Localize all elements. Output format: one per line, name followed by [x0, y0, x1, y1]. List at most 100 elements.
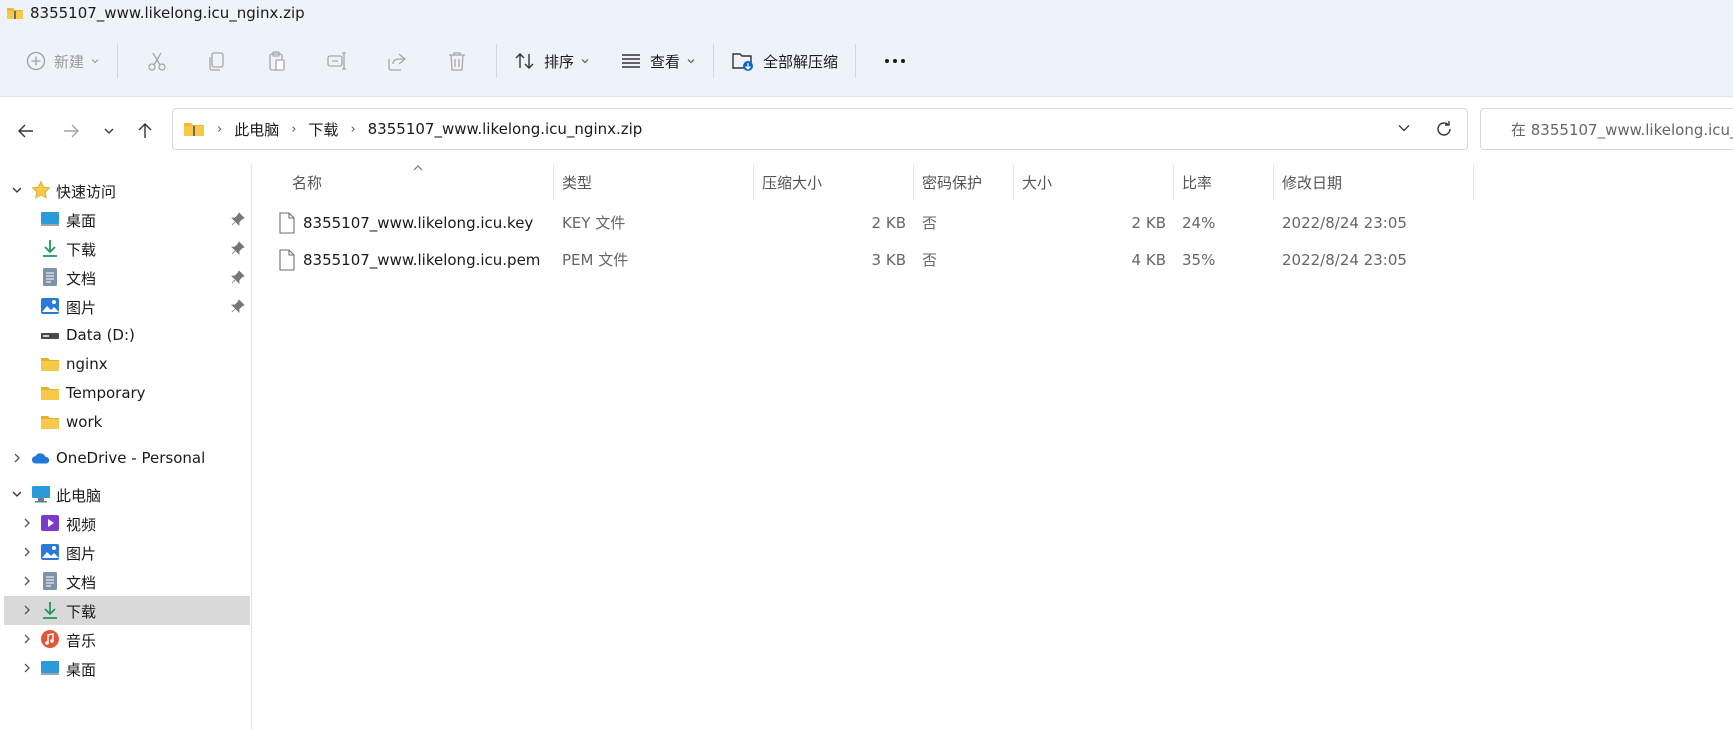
column-header-modified[interactable]: 修改日期 — [1274, 164, 1474, 200]
sidebar-item-onedrive[interactable]: OneDrive - Personal — [4, 444, 250, 473]
sidebar-item-work[interactable]: work — [4, 408, 250, 437]
column-header-label: 修改日期 — [1282, 173, 1343, 192]
file-modified: 2022/8/24 23:05 — [1282, 250, 1407, 269]
sort-icon — [515, 53, 534, 69]
file-name: 8355107_www.likelong.icu.key — [303, 213, 534, 232]
chevron-right-icon[interactable] — [20, 516, 34, 530]
rename-button[interactable] — [307, 41, 367, 81]
cut-button[interactable] — [127, 41, 187, 81]
sidebar-item-nginx[interactable]: nginx — [4, 350, 250, 379]
music-icon — [40, 629, 60, 649]
view-button[interactable]: 查看 — [612, 41, 704, 81]
chevron-down-icon[interactable] — [10, 487, 24, 501]
sidebar-item-temporary[interactable]: Temporary — [4, 379, 250, 408]
plus-circle-icon — [26, 51, 46, 71]
sidebar-label: 图片 — [66, 299, 97, 317]
sidebar-item-this-pc[interactable]: 此电脑 — [4, 480, 250, 509]
chevron-right-icon[interactable] — [20, 545, 34, 559]
column-header-compressed-size[interactable]: 压缩大小 — [754, 164, 914, 200]
breadcrumb-zip[interactable]: 8355107_www.likelong.icu_nginx.zip — [368, 120, 643, 138]
sidebar-label: 快速访问 — [56, 183, 117, 201]
share-button[interactable] — [367, 41, 427, 81]
sidebar-item-documents[interactable]: 文档 — [4, 263, 250, 292]
breadcrumb-separator: › — [350, 121, 356, 137]
star-icon — [31, 180, 51, 200]
sidebar-item-pictures[interactable]: 图片 — [4, 292, 250, 321]
address-bar[interactable]: › 此电脑 › 下载 › 8355107_www.likelong.icu_ng… — [172, 108, 1468, 150]
sidebar-label: nginx — [66, 355, 108, 373]
new-button[interactable]: 新建 — [18, 41, 108, 81]
sidebar-label: 文档 — [66, 574, 97, 592]
column-header-password[interactable]: 密码保护 — [914, 164, 1014, 200]
extract-all-button[interactable]: 全部解压缩 — [723, 41, 846, 81]
zip-folder-icon — [7, 8, 23, 19]
sidebar-item-pc-documents[interactable]: 文档 — [4, 567, 250, 596]
paste-button[interactable] — [247, 41, 307, 81]
sidebar-item-videos[interactable]: 视频 — [4, 509, 250, 538]
sort-button[interactable]: 排序 — [506, 41, 598, 81]
breadcrumb-separator: › — [291, 121, 297, 137]
column-header-label: 名称 — [292, 173, 323, 192]
table-row[interactable]: 8355107_www.likelong.icu.pem PEM 文件 3 KB… — [252, 241, 1482, 278]
sidebar-label: OneDrive - Personal — [56, 449, 206, 467]
up-button[interactable] — [131, 119, 159, 143]
sidebar-item-downloads[interactable]: 下载 — [4, 234, 250, 263]
window-title: 8355107_www.likelong.icu_nginx.zip — [30, 4, 305, 22]
chevron-right-icon[interactable] — [20, 603, 34, 617]
file-size: 2 KB — [1131, 213, 1166, 232]
zip-folder-icon — [184, 123, 204, 136]
rename-icon — [327, 52, 347, 70]
pin-icon — [231, 212, 245, 226]
chevron-down-icon[interactable] — [10, 183, 24, 197]
forward-button[interactable] — [57, 119, 85, 143]
chevron-down-icon — [687, 59, 695, 64]
column-header-size[interactable]: 大小 — [1014, 164, 1174, 200]
sidebar-label: Data (D:) — [66, 326, 135, 344]
breadcrumb-this-pc[interactable]: 此电脑 — [234, 119, 279, 140]
sidebar-label: 下载 — [66, 241, 97, 259]
sidebar-item-data-drive[interactable]: Data (D:) — [4, 321, 250, 350]
copy-button[interactable] — [187, 41, 247, 81]
chevron-right-icon[interactable] — [20, 661, 34, 675]
delete-button[interactable] — [427, 41, 487, 81]
more-options-button[interactable] — [865, 41, 925, 81]
column-header-ratio[interactable]: 比率 — [1174, 164, 1274, 200]
sidebar-item-pc-pictures[interactable]: 图片 — [4, 538, 250, 567]
sidebar-item-pc-downloads[interactable]: 下载 — [4, 596, 250, 625]
recent-locations-button[interactable] — [95, 119, 123, 143]
sort-label: 排序 — [544, 52, 575, 71]
folder-icon — [40, 383, 60, 403]
breadcrumb-separator: › — [217, 121, 223, 137]
column-header-name[interactable]: 名称 — [252, 164, 554, 200]
column-header-label: 比率 — [1182, 173, 1213, 192]
desktop-icon — [40, 209, 60, 229]
sidebar-label: work — [66, 413, 103, 431]
sidebar-item-quick-access[interactable]: 快速访问 — [4, 176, 250, 205]
document-icon — [40, 267, 60, 287]
toolbar-separator — [496, 44, 498, 78]
videos-icon — [40, 513, 60, 533]
back-button[interactable] — [12, 119, 40, 143]
sidebar-item-pc-desktop[interactable]: 桌面 — [4, 654, 250, 683]
extract-all-label: 全部解压缩 — [763, 52, 839, 71]
arrow-up-icon — [138, 123, 152, 138]
refresh-icon[interactable] — [1435, 120, 1453, 138]
computer-icon — [31, 484, 51, 504]
sidebar-label: 桌面 — [66, 661, 97, 679]
chevron-down-icon[interactable] — [1397, 122, 1411, 134]
download-icon — [40, 600, 60, 620]
sidebar-item-desktop[interactable]: 桌面 — [4, 205, 250, 234]
breadcrumb-downloads[interactable]: 下载 — [308, 119, 338, 140]
search-box[interactable]: 在 8355107_www.likelong.icu_nginx.zip 中搜索 — [1480, 108, 1733, 150]
file-list: 名称 类型 压缩大小 密码保护 大小 比率 修改日期 8355107_www.l… — [252, 164, 1733, 730]
column-header-type[interactable]: 类型 — [554, 164, 754, 200]
chevron-right-icon[interactable] — [20, 574, 34, 588]
document-icon — [40, 571, 60, 591]
sidebar-item-music[interactable]: 音乐 — [4, 625, 250, 654]
sidebar-label: 文档 — [66, 270, 97, 288]
sort-ascending-icon — [413, 165, 423, 171]
file-type: KEY 文件 — [562, 214, 626, 232]
chevron-right-icon[interactable] — [20, 632, 34, 646]
table-row[interactable]: 8355107_www.likelong.icu.key KEY 文件 2 KB… — [252, 204, 1482, 241]
chevron-right-icon[interactable] — [10, 451, 24, 465]
